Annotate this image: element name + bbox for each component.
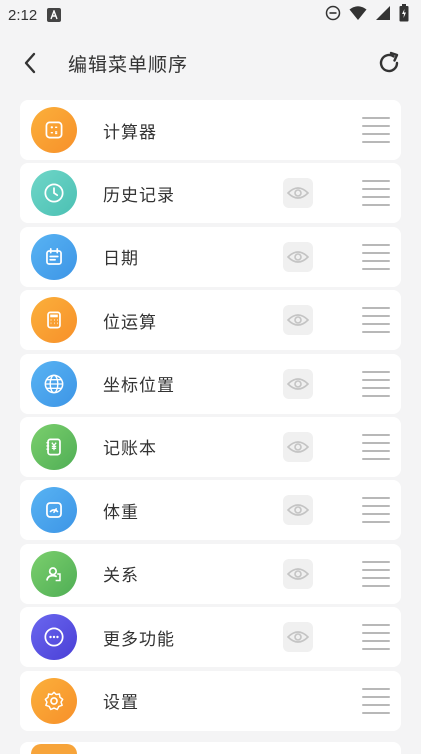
visibility-toggle-button[interactable] — [283, 495, 313, 526]
account-book-icon — [31, 423, 77, 470]
gear-icon — [31, 677, 77, 724]
list-item: 设置 — [20, 670, 401, 731]
relationship-icon — [31, 550, 77, 597]
wifi-icon — [349, 5, 367, 25]
list-item-label: 关系 — [103, 566, 139, 587]
list-item: 位运算 — [20, 290, 401, 351]
eye-icon — [287, 187, 309, 200]
list-item-label: 坐标位置 — [103, 376, 175, 397]
list-item: 体重 — [20, 480, 401, 541]
drag-handle-icon[interactable] — [362, 243, 390, 270]
signal-icon — [375, 5, 391, 25]
list-item: 更多功能 — [20, 607, 401, 668]
visibility-toggle-button[interactable] — [283, 241, 313, 272]
status-bar: 2:12 — [0, 0, 421, 30]
list-item: 计算器 — [20, 100, 401, 160]
list-item: 日期 — [20, 226, 401, 287]
drag-handle-icon[interactable] — [362, 117, 390, 143]
drag-handle-icon[interactable] — [362, 624, 390, 651]
globe-icon — [31, 360, 77, 407]
back-button[interactable] — [18, 51, 42, 75]
bit-calculator-icon — [31, 297, 77, 344]
list-item-label: 记账本 — [103, 439, 157, 460]
drag-handle-icon[interactable] — [362, 370, 390, 397]
eye-icon — [287, 377, 309, 390]
eye-icon — [287, 504, 309, 517]
visibility-toggle-button[interactable] — [283, 622, 313, 653]
eye-icon — [287, 441, 309, 453]
drag-handle-icon[interactable] — [362, 497, 390, 524]
eye-icon — [287, 567, 309, 580]
calculator-icon — [31, 107, 77, 153]
list-item-label: 体重 — [103, 502, 139, 523]
list-item-label: 设置 — [103, 693, 139, 714]
scale-icon — [31, 487, 77, 534]
list-item: 关系 — [20, 543, 401, 604]
do-not-disturb-icon — [325, 5, 341, 25]
visibility-toggle-button[interactable] — [283, 558, 313, 589]
list-item-label: 日期 — [103, 249, 139, 270]
refresh-icon — [379, 51, 399, 73]
refresh-button[interactable] — [375, 49, 403, 77]
visibility-toggle-button[interactable] — [283, 431, 313, 462]
back-arrow-icon — [24, 52, 36, 74]
battery-icon — [399, 4, 409, 26]
page-title: 编辑菜单顺序 — [68, 53, 189, 76]
drag-handle-icon[interactable] — [362, 433, 390, 460]
visibility-toggle-button[interactable] — [283, 368, 313, 399]
visibility-toggle-button[interactable] — [283, 178, 313, 209]
list-item-label: 计算器 — [103, 122, 157, 143]
eye-icon — [287, 314, 309, 326]
list-item-label: 历史记录 — [103, 185, 175, 206]
status-time: 2:12 — [8, 6, 38, 24]
list-item: 记账本 — [20, 416, 401, 477]
calendar-icon — [31, 233, 77, 280]
eye-icon — [287, 631, 309, 643]
drag-handle-icon[interactable] — [362, 307, 390, 334]
list-item-label: 位运算 — [103, 312, 157, 333]
list-item-partial — [20, 742, 401, 754]
visibility-toggle-button[interactable] — [283, 305, 313, 336]
list-item: 坐标位置 — [20, 353, 401, 414]
list-item: 历史记录 — [20, 163, 401, 224]
drag-handle-icon[interactable] — [362, 687, 390, 714]
clock-icon — [31, 170, 77, 217]
drag-handle-icon[interactable] — [362, 180, 390, 207]
eye-icon — [287, 250, 309, 263]
more-icon — [31, 614, 77, 661]
list-item-label: 更多功能 — [103, 629, 175, 650]
app-header: 编辑菜单顺序 — [0, 30, 421, 96]
drag-handle-icon[interactable] — [362, 560, 390, 587]
notification-icon — [47, 8, 62, 22]
menu-order-list: 计算器历史记录日期位运算坐标位置记账本体重关系更多功能设置 — [20, 100, 401, 734]
